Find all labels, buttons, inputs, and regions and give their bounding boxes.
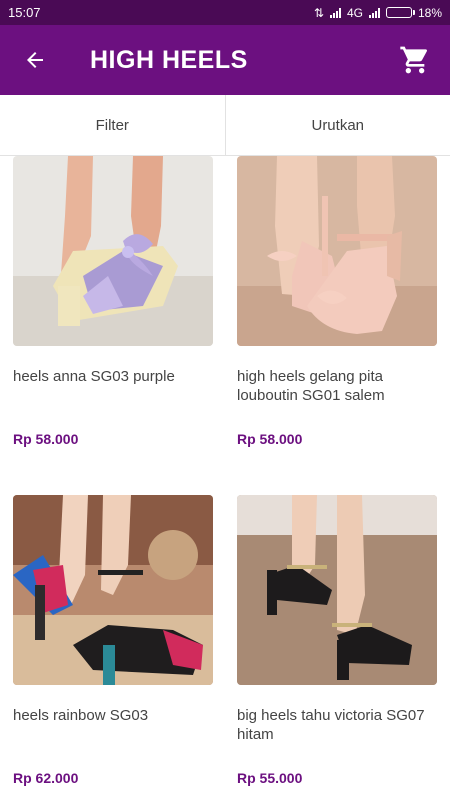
data-transfer-icon: ⇅ <box>313 5 324 20</box>
shopping-cart-icon <box>400 46 428 74</box>
product-price: Rp 58.000 <box>237 431 303 447</box>
signal-icon <box>329 7 341 18</box>
product-image[interactable] <box>237 495 437 685</box>
product-image[interactable] <box>237 156 437 346</box>
sort-button[interactable]: Urutkan <box>224 95 450 155</box>
product-card[interactable]: heels anna SG03 purple Rp 58.000 <box>13 156 213 447</box>
product-name[interactable]: big heels tahu victoria SG07 hitam <box>237 706 437 746</box>
product-name[interactable]: high heels gelang pita louboutin SG01 sa… <box>237 367 437 407</box>
product-image[interactable] <box>13 495 213 685</box>
filter-sort-bar: Filter Urutkan <box>0 95 450 156</box>
product-price: Rp 58.000 <box>13 431 79 447</box>
status-indicators: ⇅ 4G 18% <box>314 6 442 20</box>
product-grid: heels anna SG03 purple Rp 58.000 high he… <box>0 156 450 800</box>
product-card[interactable]: big heels tahu victoria SG07 hitam Rp 55… <box>237 495 437 786</box>
back-button[interactable] <box>0 25 70 95</box>
product-card[interactable]: heels rainbow SG03 Rp 62.000 <box>13 495 213 786</box>
status-time: 15:07 <box>8 5 41 20</box>
product-price: Rp 62.000 <box>13 770 79 786</box>
page-title: HIGH HEELS <box>90 45 248 74</box>
status-bar: 15:07 ⇅ 4G 18% <box>0 0 450 25</box>
product-price: Rp 55.000 <box>237 770 303 786</box>
arrow-back-icon <box>27 52 43 68</box>
product-name[interactable]: heels anna SG03 purple <box>13 367 213 407</box>
battery-icon <box>385 7 415 18</box>
product-image[interactable] <box>13 156 213 346</box>
filter-button[interactable]: Filter <box>0 95 225 155</box>
product-card[interactable]: high heels gelang pita louboutin SG01 sa… <box>237 156 437 447</box>
product-name[interactable]: heels rainbow SG03 <box>13 706 213 746</box>
signal-icon-2 <box>368 7 380 18</box>
network-type: 4G <box>346 5 363 20</box>
battery-level: 18% <box>417 5 442 20</box>
cart-button[interactable] <box>380 25 450 95</box>
app-bar: HIGH HEELS <box>0 25 450 95</box>
